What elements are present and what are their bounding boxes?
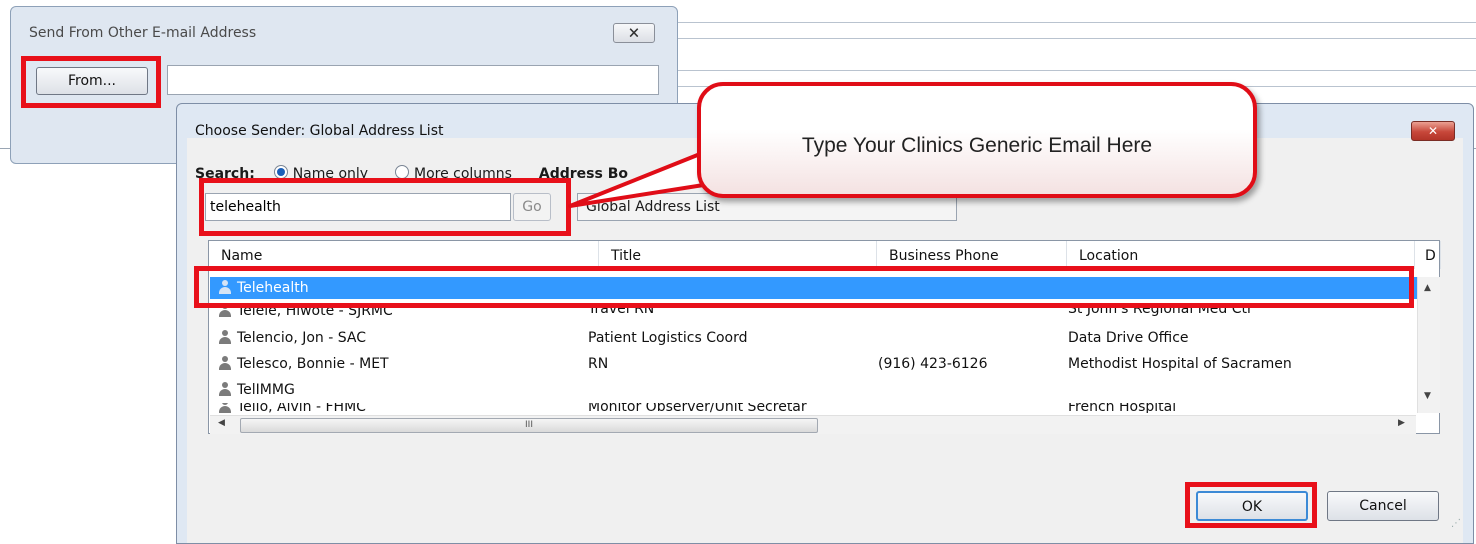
list-row[interactable]: Telencio, Jon - SAC Patient Logistics Co… [210,327,1418,349]
row-name: Telencio, Jon - SAC [237,330,366,346]
person-icon [219,330,231,344]
dialog-title: Choose Sender: Global Address List [195,123,444,139]
vertical-scrollbar[interactable]: ▲ ▼ [1417,277,1440,413]
row-title: Monitor Observer/Unit Secretar [588,403,807,413]
callout-annotation: Type Your Clinics Generic Email Here [697,82,1257,198]
column-header-d[interactable]: D [1415,241,1441,269]
background-divider [678,70,1476,71]
row-title: RN [588,356,609,372]
resize-grip-icon[interactable]: ⋰ [1451,518,1461,529]
highlight-search-box [199,178,571,236]
row-phone: (916) 423-6126 [878,356,988,372]
row-name: Tello, Alvin - FHMC [237,403,366,413]
row-name: Telesco, Bonnie - MET [237,356,389,372]
callout-text: Type Your Clinics Generic Email Here [801,134,1153,157]
background-divider [678,22,1476,23]
highlight-ok-button [1185,482,1317,528]
horizontal-scrollbar[interactable]: ◀ III ▶ [210,415,1416,434]
highlight-from-button [21,56,161,108]
person-icon [219,356,231,370]
scroll-right-icon[interactable]: ▶ [1398,418,1405,428]
row-location: Data Drive Office [1068,330,1189,346]
name-only-radio[interactable] [273,165,288,179]
callout-pointer [568,152,712,208]
row-title: Patient Logistics Coord [588,330,748,346]
scroll-grip: III [525,420,533,430]
dialog-title: Send From Other E-mail Address [29,25,257,41]
close-button[interactable]: ✕ [1411,121,1455,141]
row-name: TelIMMG [237,382,295,398]
column-header-location[interactable]: Location [1067,241,1415,269]
cancel-button[interactable]: Cancel [1327,491,1439,521]
background-divider [678,38,1476,39]
column-header-name[interactable]: Name [209,241,599,269]
column-header-title[interactable]: Title [599,241,877,269]
close-button[interactable]: 🗙 [613,23,655,43]
person-icon [219,403,231,413]
horizontal-scroll-thumb[interactable]: III [240,418,818,433]
highlight-selected-row [194,266,1414,308]
list-row[interactable]: Telesco, Bonnie - MET RN (916) 423-6126 … [210,353,1418,375]
list-row[interactable]: TelIMMG [210,379,1418,401]
column-header-phone[interactable]: Business Phone [877,241,1067,269]
list-row[interactable]: Tello, Alvin - FHMC Monitor Observer/Uni… [210,403,1418,413]
more-columns-radio[interactable] [394,165,409,179]
scroll-left-icon[interactable]: ◀ [218,418,225,428]
row-location: French Hospital [1068,403,1177,413]
from-address-field[interactable] [167,65,659,95]
row-location: Methodist Hospital of Sacramen [1068,356,1292,372]
person-icon [219,382,231,396]
scroll-down-icon[interactable]: ▼ [1424,391,1431,401]
scroll-up-icon[interactable]: ▲ [1424,283,1431,293]
